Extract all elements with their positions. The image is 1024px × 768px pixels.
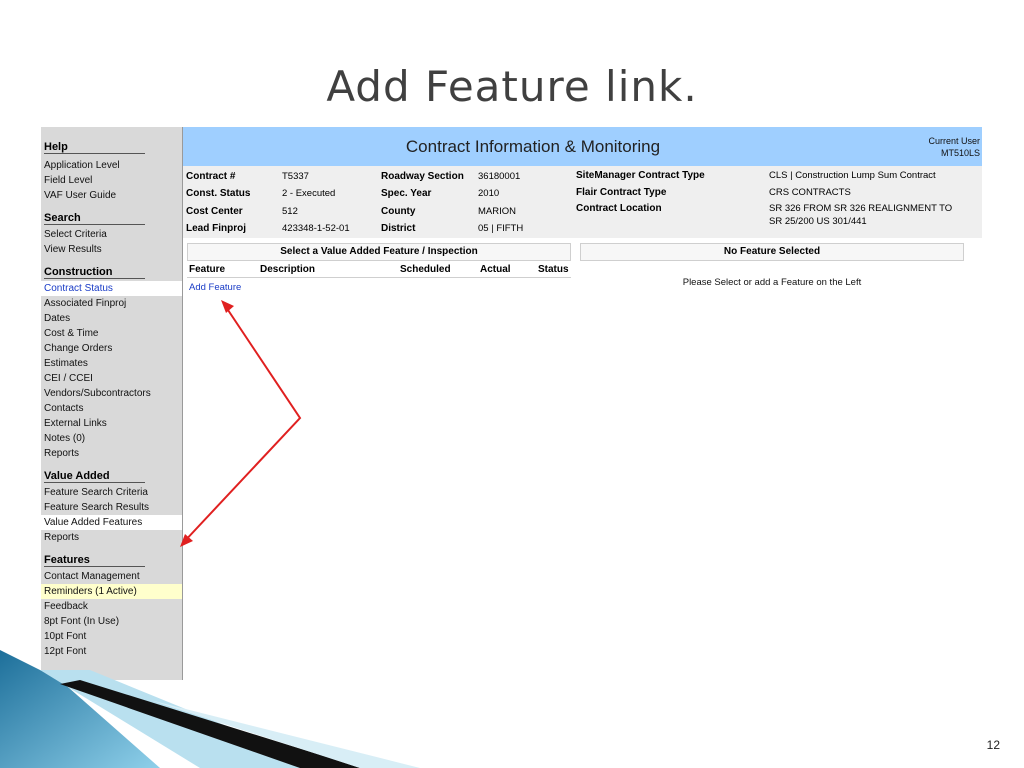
sidebar-item-feature-search-criteria[interactable]: Feature Search Criteria [41, 485, 182, 500]
contract-no-label: Contract # [186, 171, 236, 182]
sidebar-item-vaf-user-guide[interactable]: VAF User Guide [41, 188, 182, 203]
col-description[interactable]: Description [260, 264, 315, 275]
sidebar-item-8pt-font[interactable]: 8pt Font (In Use) [41, 614, 182, 629]
col-scheduled[interactable]: Scheduled [400, 264, 451, 275]
contract-info-panel: Contract # T5337 Const. Status 2 - Execu… [183, 166, 982, 238]
sidebar-item-application-level[interactable]: Application Level [41, 158, 182, 173]
lead-finproj-label: Lead Finproj [186, 223, 246, 234]
sidebar-item-cei-ccei[interactable]: CEI / CCEI [41, 371, 182, 386]
sidebar-heading-features: Features [41, 553, 182, 568]
detail-panel-message: Please Select or add a Feature on the Le… [682, 277, 862, 288]
spec-year-value: 2010 [478, 188, 500, 199]
sidebar-item-associated-finproj[interactable]: Associated Finproj [41, 296, 182, 311]
flair-type-label: Flair Contract Type [576, 187, 667, 198]
spec-year-label: Spec. Year [381, 188, 432, 199]
sidebar-item-change-orders[interactable]: Change Orders [41, 341, 182, 356]
add-feature-link[interactable]: Add Feature [189, 282, 241, 293]
sidebar-item-reports[interactable]: Reports [41, 446, 182, 461]
county-label: County [381, 206, 416, 217]
sidebar-item-feedback[interactable]: Feedback [41, 599, 182, 614]
contract-location-line2: SR 25/200 US 301/441 [769, 216, 867, 227]
sidebar-item-vendors-subcontractors[interactable]: Vendors/Subcontractors [41, 386, 182, 401]
sidebar-item-dates[interactable]: Dates [41, 311, 182, 326]
col-feature[interactable]: Feature [189, 264, 225, 275]
sidebar-item-notes[interactable]: Notes (0) [41, 431, 182, 446]
contract-location-line1: SR 326 FROM SR 326 REALIGNMENT TO [769, 203, 953, 214]
sidebar: Help Application Level Field Level VAF U… [41, 127, 183, 680]
sidebar-item-contract-status[interactable]: Contract Status [41, 281, 182, 296]
current-user-label: Current User [928, 136, 980, 146]
const-status-label: Const. Status [186, 188, 251, 199]
sidebar-heading-search: Search [41, 211, 182, 226]
feature-panel-title: Select a Value Added Feature / Inspectio… [187, 243, 571, 261]
contract-no-value: T5337 [282, 171, 309, 182]
sidebar-item-va-reports[interactable]: Reports [41, 530, 182, 545]
sidebar-item-cost-time[interactable]: Cost & Time [41, 326, 182, 341]
slide-title: Add Feature link. [326, 62, 698, 111]
page-title: Contract Information & Monitoring [405, 137, 661, 156]
const-status-value: 2 - Executed [282, 188, 336, 199]
detail-panel-title: No Feature Selected [580, 243, 964, 261]
app-window: Help Application Level Field Level VAF U… [41, 127, 982, 680]
page-number: 12 [986, 738, 1000, 752]
sidebar-item-external-links[interactable]: External Links [41, 416, 182, 431]
header-bar: Contract Information & Monitoring Curren… [183, 127, 982, 166]
col-status[interactable]: Status [538, 264, 569, 275]
sidebar-item-estimates[interactable]: Estimates [41, 356, 182, 371]
sitemanager-type-value: CLS | Construction Lump Sum Contract [769, 170, 936, 181]
sidebar-item-select-criteria[interactable]: Select Criteria [41, 227, 182, 242]
cost-center-label: Cost Center [186, 206, 243, 217]
corner-decoration [0, 650, 420, 768]
sidebar-heading-construction: Construction [41, 265, 182, 280]
roadway-section-label: Roadway Section [381, 171, 464, 182]
sidebar-item-field-level[interactable]: Field Level [41, 173, 182, 188]
sidebar-item-contacts[interactable]: Contacts [41, 401, 182, 416]
roadway-section-value: 36180001 [478, 171, 521, 182]
col-actual[interactable]: Actual [480, 264, 511, 275]
cost-center-value: 512 [282, 206, 298, 217]
current-user: Current User MT510LS [928, 135, 980, 159]
sidebar-heading-value-added: Value Added [41, 469, 182, 484]
lead-finproj-value: 423348-1-52-01 [282, 223, 350, 234]
district-value: 05 | FIFTH [478, 223, 524, 234]
sitemanager-type-label: SiteManager Contract Type [576, 170, 705, 181]
sidebar-item-view-results[interactable]: View Results [41, 242, 182, 257]
sidebar-item-contact-management[interactable]: Contact Management [41, 569, 182, 584]
feature-table-header: Feature Description Scheduled Actual Sta… [187, 263, 571, 278]
main-content: Contract Information & Monitoring Curren… [183, 127, 982, 680]
sidebar-item-reminders[interactable]: Reminders (1 Active) [41, 584, 182, 599]
contract-location-label: Contract Location [576, 203, 662, 214]
sidebar-item-feature-search-results[interactable]: Feature Search Results [41, 500, 182, 515]
county-value: MARION [478, 206, 516, 217]
district-label: District [381, 223, 416, 234]
current-user-name: MT510LS [940, 148, 980, 158]
sidebar-heading-help: Help [41, 140, 182, 155]
flair-type-value: CRS CONTRACTS [769, 187, 851, 198]
sidebar-item-value-added-features[interactable]: Value Added Features [41, 515, 182, 530]
